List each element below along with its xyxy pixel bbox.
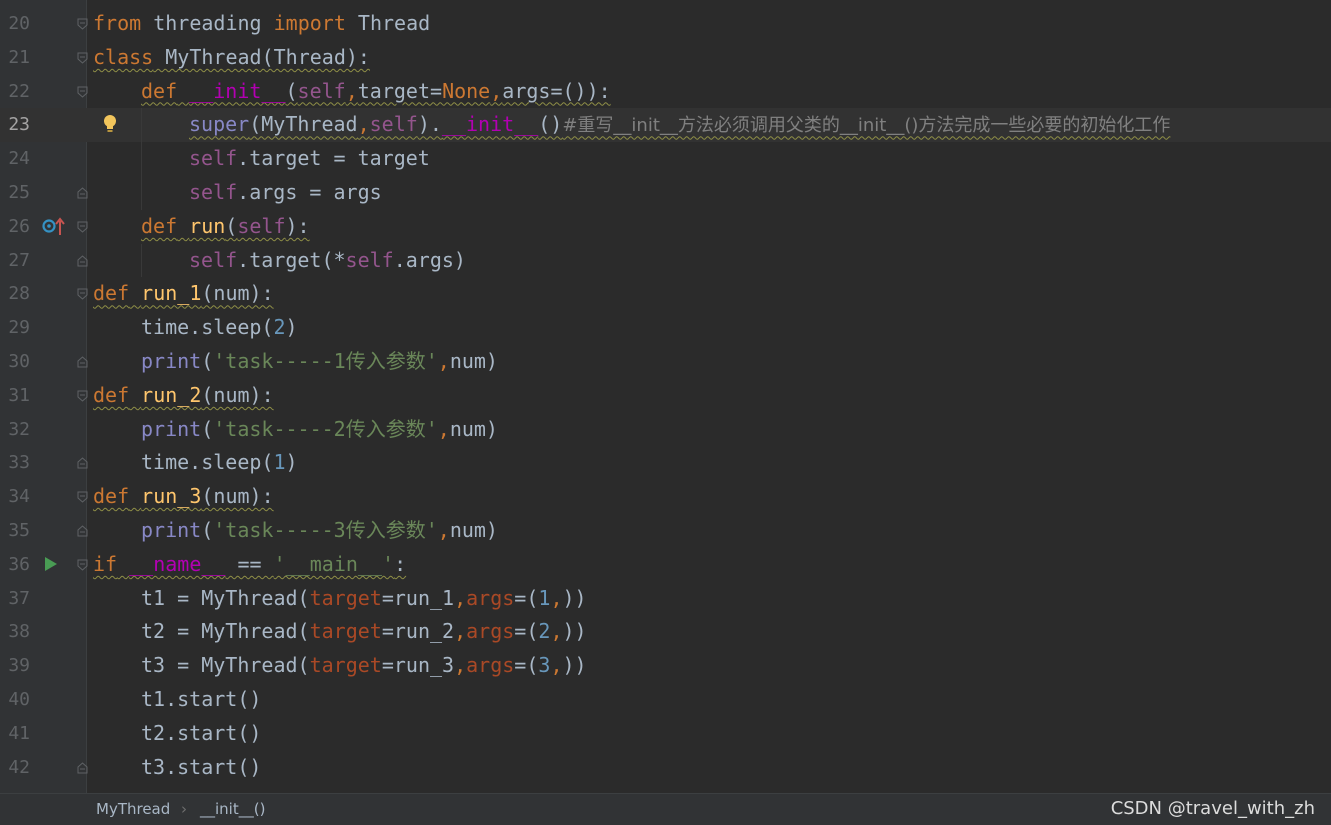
code-text[interactable]: print('task-----2传入参数',num) (141, 413, 498, 447)
line-number[interactable]: 36 (0, 548, 30, 582)
code-text[interactable]: print('task-----3传入参数',num) (141, 514, 498, 548)
indent-guide (141, 175, 142, 210)
fold-collapse-icon[interactable] (77, 221, 88, 233)
fold-end-icon[interactable] (77, 356, 88, 368)
watermark: CSDN @travel_with_zh (1110, 798, 1315, 819)
fold-end-icon[interactable] (77, 254, 88, 267)
code-line[interactable]: 30 print('task-----1传入参数',num) (0, 345, 1331, 379)
fold-end-icon[interactable] (77, 187, 88, 199)
fold-collapse-icon[interactable] (77, 52, 88, 64)
line-number[interactable]: 42 (0, 751, 30, 785)
fold-end-icon[interactable] (77, 525, 88, 537)
fold-end-icon[interactable] (77, 457, 88, 469)
line-number[interactable]: 33 (0, 446, 30, 480)
code-text[interactable]: from threading import Thread (93, 7, 430, 41)
code-line[interactable]: 31 def run_2(num): (0, 379, 1331, 413)
code-text[interactable]: print('task-----1传入参数',num) (141, 345, 498, 379)
fold-collapse-icon[interactable] (77, 288, 88, 301)
line-number[interactable]: 32 (0, 413, 30, 447)
indent-guide (141, 243, 142, 278)
fold-collapse-icon[interactable] (77, 390, 88, 402)
run-icon[interactable] (44, 556, 58, 576)
line-number[interactable]: 34 (0, 480, 30, 514)
code-line[interactable]: 34 def run_3(num): (0, 480, 1331, 514)
code-line[interactable]: 28 def run_1(num): (0, 277, 1331, 311)
code-text[interactable]: self.target = target (189, 142, 430, 176)
code-area[interactable]: 20 from threading import Thread 21 class My… (0, 7, 1331, 784)
line-number[interactable]: 21 (0, 41, 30, 75)
code-line[interactable]: 41 t2.start() (0, 717, 1331, 751)
code-text[interactable]: def run_1(num): (93, 277, 274, 311)
code-line[interactable]: 26 def run(self): (0, 210, 1331, 244)
line-number[interactable]: 30 (0, 345, 30, 379)
code-text[interactable]: time.sleep(2) (141, 311, 298, 345)
code-text[interactable]: self.args = args (189, 176, 382, 210)
breadcrumb-separator-icon: › (181, 800, 187, 818)
fold-collapse-icon[interactable] (77, 18, 88, 30)
code-line[interactable]: 25 self.args = args (0, 175, 1331, 210)
line-number[interactable]: 29 (0, 311, 30, 345)
breadcrumb-class[interactable]: MyThread (96, 801, 170, 817)
lightbulb-icon[interactable] (102, 114, 118, 138)
code-line[interactable]: 40 t1.start() (0, 683, 1331, 717)
line-number[interactable]: 31 (0, 379, 30, 413)
code-line[interactable]: 22 def __init__(self,target=None,args=())… (0, 75, 1331, 109)
line-number[interactable]: 38 (0, 615, 30, 649)
fold-collapse-icon[interactable] (77, 559, 88, 571)
code-text[interactable]: t3 = MyThread(target=run_3,args=(3,)) (141, 649, 587, 683)
line-number[interactable]: 25 (0, 176, 30, 210)
breadcrumb-method[interactable]: __init__() (200, 801, 265, 817)
code-line[interactable]: 35 print('task-----3传入参数',num) (0, 514, 1331, 548)
code-editor[interactable]: 20 from threading import Thread 21 class My… (0, 0, 1331, 793)
code-text[interactable]: time.sleep(1) (141, 446, 298, 480)
code-line[interactable]: 39 t3 = MyThread(target=run_3,args=(3,)) (0, 649, 1331, 683)
code-text[interactable]: def run(self): (141, 210, 310, 244)
line-number[interactable]: 24 (0, 142, 30, 176)
indent-guide (141, 142, 142, 176)
line-number[interactable]: 40 (0, 683, 30, 717)
override-method-icon[interactable] (42, 217, 66, 241)
code-text[interactable]: def run_3(num): (93, 480, 274, 514)
line-number[interactable]: 23 (0, 108, 30, 142)
code-line[interactable]: 38 t2 = MyThread(target=run_2,args=(2,)) (0, 615, 1331, 649)
code-line[interactable]: 20 from threading import Thread (0, 7, 1331, 41)
code-line[interactable]: 37 t1 = MyThread(target=run_1,args=(1,)) (0, 582, 1331, 616)
line-number[interactable]: 20 (0, 7, 30, 41)
code-text[interactable]: if __name__ == '__main__': (93, 548, 406, 582)
code-text[interactable]: def run_2(num): (93, 379, 274, 413)
code-line[interactable]: 24 self.target = target (0, 142, 1331, 176)
code-text[interactable]: t1 = MyThread(target=run_1,args=(1,)) (141, 582, 587, 616)
code-line[interactable]: 42 t3.start() (0, 751, 1331, 785)
indent-guide (141, 108, 142, 143)
code-line[interactable]: 32 print('task-----2传入参数',num) (0, 413, 1331, 447)
code-text[interactable]: t2.start() (141, 717, 261, 751)
line-number[interactable]: 26 (0, 210, 30, 244)
fold-end-icon[interactable] (77, 761, 88, 774)
code-line[interactable]: 29 time.sleep(2) (0, 311, 1331, 345)
code-text[interactable]: t3.start() (141, 751, 261, 785)
line-number[interactable]: 37 (0, 582, 30, 616)
line-number[interactable]: 27 (0, 244, 30, 278)
code-text[interactable]: class MyThread(Thread): (93, 41, 370, 75)
code-line[interactable]: 36 if __name__ == '__main__': (0, 548, 1331, 582)
line-number[interactable]: 41 (0, 717, 30, 751)
line-number[interactable]: 39 (0, 649, 30, 683)
line-number[interactable]: 22 (0, 75, 30, 109)
code-text[interactable]: def __init__(self,target=None,args=()): (141, 75, 611, 109)
code-text[interactable]: t1.start() (141, 683, 261, 717)
code-line[interactable]: 33 time.sleep(1) (0, 446, 1331, 480)
code-line[interactable]: 21 class MyThread(Thread): (0, 41, 1331, 75)
fold-collapse-icon[interactable] (77, 86, 88, 98)
code-line[interactable]: 23 super(MyThread,self).__init__()#重写__in… (0, 108, 1331, 143)
fold-collapse-icon[interactable] (77, 491, 88, 503)
breadcrumb-bar: MyThread › __init__() CSDN @travel_with_… (0, 793, 1331, 825)
code-text[interactable]: t2 = MyThread(target=run_2,args=(2,)) (141, 615, 587, 649)
line-number[interactable]: 35 (0, 514, 30, 548)
code-text[interactable]: super(MyThread,self).__init__()#重写__init… (189, 108, 1170, 143)
line-number[interactable]: 28 (0, 277, 30, 311)
code-text[interactable]: self.target(*self.args) (189, 244, 466, 278)
code-line[interactable]: 27 self.target(*self.args) (0, 243, 1331, 278)
